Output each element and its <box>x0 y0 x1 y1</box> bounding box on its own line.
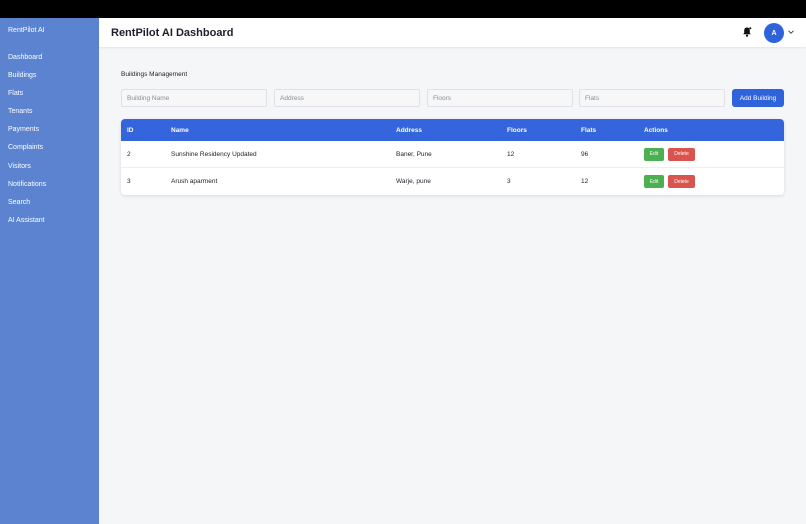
buildings-table: ID Name Address Floors Flats Actions 2 S… <box>121 119 784 195</box>
cell-id: 2 <box>127 150 131 158</box>
sidebar-item-search[interactable]: Search <box>8 198 46 216</box>
edit-button[interactable]: Edit <box>644 175 664 188</box>
cell-name: Arush aparment <box>171 178 218 185</box>
bell-icon[interactable] <box>741 26 753 38</box>
page-title: RentPilot AI Dashboard <box>111 27 234 39</box>
add-building-button[interactable]: Add Building <box>732 89 784 107</box>
chevron-down-icon[interactable] <box>787 28 795 36</box>
top-black-bar <box>0 0 806 18</box>
header-floors: Floors <box>507 126 527 134</box>
delete-button[interactable]: Delete <box>668 147 695 161</box>
sidebar-item-complaints[interactable]: Complaints <box>8 143 46 161</box>
top-header: RentPilot AI Dashboard A <box>99 18 806 47</box>
avatar[interactable]: A <box>764 23 784 43</box>
cell-address: Warje, pune <box>396 178 431 185</box>
sidebar-item-visitors[interactable]: Visitors <box>8 162 46 180</box>
sidebar-item-notifications[interactable]: Notifications <box>8 180 46 198</box>
section-title: Buildings Management <box>121 71 188 78</box>
cell-id: 3 <box>127 178 131 185</box>
delete-button[interactable]: Delete <box>668 175 695 188</box>
sidebar-item-tenants[interactable]: Tenants <box>8 107 46 125</box>
header-flats: Flats <box>581 126 597 134</box>
building-name-input[interactable] <box>121 89 267 107</box>
table-row: 3 Arush aparment Warje, pune 3 12 Edit D… <box>121 168 784 195</box>
flats-input[interactable] <box>579 89 725 107</box>
main-content: RentPilot AI Dashboard A Buildings Manag… <box>99 18 806 524</box>
table-row: 2 Sunshine Residency Updated Baner, Pune… <box>121 141 784 168</box>
table-header: ID Name Address Floors Flats Actions <box>121 119 784 141</box>
row-actions: Edit Delete <box>644 168 695 195</box>
cell-floors: 12 <box>507 150 515 158</box>
sidebar-brand: RentPilot AI <box>8 27 45 34</box>
cell-flats: 12 <box>581 178 589 185</box>
sidebar: RentPilot AI Dashboard Buildings Flats T… <box>0 18 99 524</box>
header-actions: Actions <box>644 126 668 134</box>
sidebar-item-ai-assistant[interactable]: AI Assistant <box>8 216 46 234</box>
row-actions: Edit Delete <box>644 141 695 167</box>
cell-floors: 3 <box>507 178 511 185</box>
sidebar-nav: Dashboard Buildings Flats Tenants Paymen… <box>8 53 46 234</box>
cell-name: Sunshine Residency Updated <box>171 150 257 158</box>
header-id: ID <box>127 126 134 134</box>
address-input[interactable] <box>274 89 420 107</box>
sidebar-item-buildings[interactable]: Buildings <box>8 71 46 89</box>
edit-button[interactable]: Edit <box>644 147 664 161</box>
header-address: Address <box>396 126 423 134</box>
header-name: Name <box>171 126 189 134</box>
sidebar-item-payments[interactable]: Payments <box>8 125 46 143</box>
cell-address: Baner, Pune <box>396 150 432 158</box>
sidebar-item-flats[interactable]: Flats <box>8 89 46 107</box>
floors-input[interactable] <box>427 89 573 107</box>
cell-flats: 96 <box>581 150 589 158</box>
sidebar-item-dashboard[interactable]: Dashboard <box>8 53 46 71</box>
